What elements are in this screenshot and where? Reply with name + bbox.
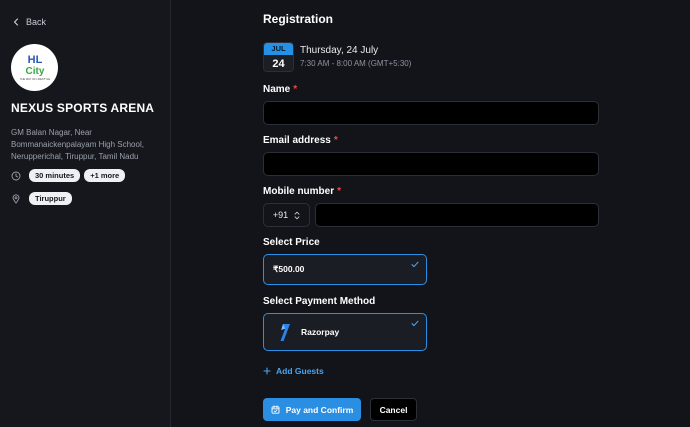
event-time: 7:30 AM - 8:00 AM (GMT+5:30) (300, 59, 412, 68)
hl-city-logo: HL City THE WAY OF LIFESTYLE (19, 54, 49, 81)
check-icon (411, 320, 419, 327)
price-label: Select Price (263, 237, 320, 248)
payment-method-name: Razorpay (301, 327, 340, 337)
chevron-updown-icon (294, 211, 300, 219)
svg-text:HL: HL (27, 54, 42, 66)
razorpay-icon (280, 323, 290, 341)
venue-logo: HL City THE WAY OF LIFESTYLE (11, 44, 58, 91)
svg-text:THE WAY OF LIFESTYLE: THE WAY OF LIFESTYLE (19, 77, 49, 81)
country-code-select[interactable]: +91 (263, 203, 310, 227)
plus-icon (263, 367, 271, 375)
required-mark: * (333, 135, 338, 146)
chevron-left-icon (13, 18, 19, 26)
check-icon (411, 261, 419, 268)
add-guests-label: Add Guests (276, 366, 324, 376)
price-value: ₹500.00 (273, 264, 305, 274)
email-input[interactable] (263, 152, 599, 176)
duration-row: 30 minutes +1 more (11, 169, 126, 182)
payment-label: Select Payment Method (263, 296, 376, 307)
location-chip: Tiruppur (29, 192, 72, 205)
mobile-input[interactable] (315, 203, 599, 227)
svg-text:City: City (25, 66, 44, 77)
name-input[interactable] (263, 101, 599, 125)
clock-icon (11, 171, 21, 180)
back-button[interactable]: Back (6, 12, 50, 32)
mobile-label: Mobile number * (263, 186, 342, 197)
more-durations-chip[interactable]: +1 more (84, 169, 126, 182)
event-date: Thursday, 24 July (300, 45, 379, 56)
country-code-value: +91 (272, 210, 289, 220)
location-row: Tiruppur (11, 192, 72, 205)
date-month: JUL (264, 43, 293, 55)
venue-name: NEXUS SPORTS ARENA (11, 101, 155, 115)
location-pin-icon (12, 193, 20, 204)
duration-chip: 30 minutes (29, 169, 81, 182)
calendar-icon (271, 405, 280, 414)
date-day: 24 (264, 55, 293, 71)
back-label: Back (26, 17, 47, 27)
payment-option-card[interactable]: Razorpay (263, 313, 427, 351)
page-title: Registration (263, 12, 334, 26)
required-mark: * (337, 186, 342, 197)
required-mark: * (293, 84, 298, 95)
email-label: Email address * (263, 135, 338, 146)
event-sidebar: Back HL City THE WAY OF LIFESTYLE NEXUS … (0, 0, 171, 427)
pay-and-confirm-label: Pay and Confirm (285, 404, 354, 415)
name-label: Name * (263, 84, 298, 95)
price-option-card[interactable]: ₹500.00 (263, 254, 427, 285)
pay-and-confirm-button[interactable]: Pay and Confirm (263, 398, 361, 421)
venue-address: GM Balan Nagar, Near Bommanaickenpalayam… (11, 128, 144, 161)
cancel-button[interactable]: Cancel (370, 398, 417, 421)
add-guests-link[interactable]: Add Guests (263, 366, 324, 376)
calendar-date-badge: JUL 24 (263, 42, 294, 72)
